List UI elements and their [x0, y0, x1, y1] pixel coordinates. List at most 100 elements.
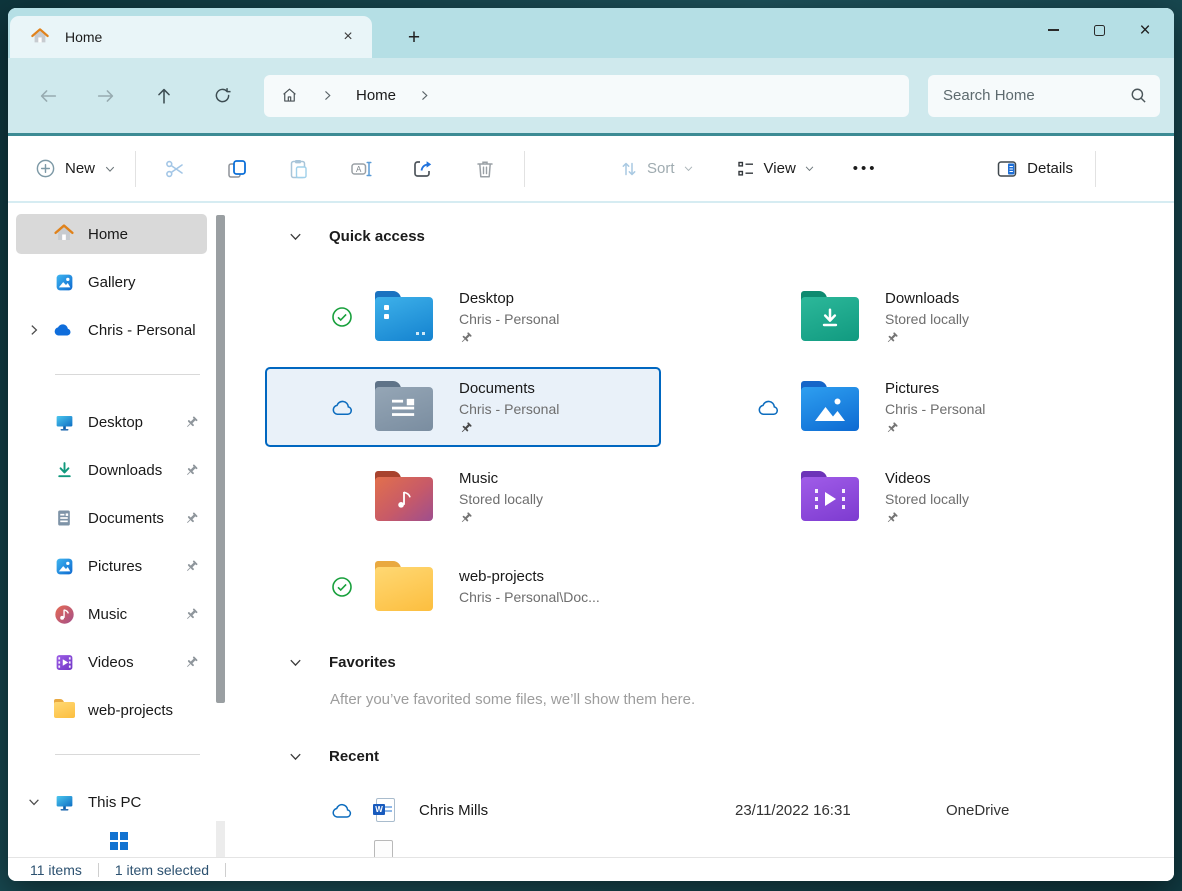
copy-icon	[225, 157, 249, 181]
sidebar-item-videos[interactable]: Videos	[16, 642, 207, 682]
close-tab-button[interactable]: ×	[334, 24, 362, 50]
folder-icon	[801, 387, 859, 431]
word-document-icon	[376, 798, 395, 822]
rename-button[interactable]	[339, 147, 383, 191]
copy-button[interactable]	[215, 147, 259, 191]
new-tab-button[interactable]: +	[398, 23, 430, 53]
close-window-button[interactable]: ×	[1122, 9, 1168, 51]
expand-chevron-icon[interactable]	[16, 323, 52, 337]
view-button[interactable]: View	[728, 147, 823, 191]
monitor-icon	[52, 412, 76, 433]
maximize-button[interactable]	[1076, 9, 1122, 51]
quick-access-tiles: Desktop Chris - Personal Documents Chris…	[265, 277, 1174, 627]
sidebar-item-documents[interactable]: Documents	[16, 498, 207, 538]
search-input[interactable]	[941, 86, 1130, 105]
quick-access-header[interactable]: Quick access	[288, 225, 1174, 247]
chevron-down-icon	[804, 163, 815, 174]
details-label: Details	[1027, 160, 1073, 177]
breadcrumb-home-icon[interactable]	[280, 86, 299, 105]
tile-music[interactable]: Music Stored locally	[265, 457, 661, 537]
sidebar-item-gallery[interactable]: Gallery	[16, 262, 207, 302]
gallery-icon	[52, 272, 76, 293]
recent-file-name: Chris Mills	[419, 802, 735, 819]
sidebar-item-web-projects[interactable]: web-projects	[16, 690, 207, 730]
toolbar-divider	[1095, 151, 1096, 187]
minimize-icon	[1048, 29, 1059, 31]
selection-status: 1 item selected	[115, 862, 209, 878]
toolbar-divider	[524, 151, 525, 187]
refresh-button[interactable]	[200, 76, 244, 116]
recent-header[interactable]: Recent	[288, 745, 1174, 767]
details-button[interactable]: Details	[987, 147, 1081, 191]
plus-circle-icon	[35, 158, 56, 179]
new-button[interactable]: New	[24, 147, 127, 191]
pin-icon	[184, 511, 199, 526]
recent-file-location: OneDrive	[946, 802, 1009, 819]
tile-name: Downloads	[885, 289, 969, 309]
folder-icon	[801, 297, 859, 341]
sidebar-item-downloads[interactable]: Downloads	[16, 450, 207, 490]
pin-icon	[184, 655, 199, 670]
tile-documents[interactable]: Documents Chris - Personal	[265, 367, 661, 447]
sidebar-item-desktop[interactable]: Desktop	[16, 402, 207, 442]
sort-label: Sort	[647, 160, 675, 177]
section-title: Recent	[329, 748, 379, 765]
tile-name: Videos	[885, 469, 969, 489]
status-divider	[225, 863, 226, 877]
window-controls: ×	[1030, 8, 1168, 52]
tile-downloads[interactable]: Downloads Stored locally	[691, 277, 1087, 357]
sidebar-scrollbar-thumb[interactable]	[216, 215, 225, 703]
pin-icon	[459, 421, 559, 435]
search-icon[interactable]	[1130, 87, 1147, 104]
sidebar-item-onedrive-personal[interactable]: Chris - Personal	[16, 310, 207, 350]
favorites-empty-message: After you’ve favorited some files, we’ll…	[330, 691, 1174, 708]
sidebar-scrollbar-track[interactable]	[216, 821, 225, 857]
chevron-down-icon[interactable]	[288, 655, 303, 670]
tile-desktop[interactable]: Desktop Chris - Personal	[265, 277, 661, 357]
favorites-header[interactable]: Favorites	[288, 651, 1174, 673]
breadcrumb-home[interactable]: Home	[356, 87, 396, 104]
tile-videos[interactable]: Videos Stored locally	[691, 457, 1087, 537]
sidebar-divider	[55, 374, 200, 375]
tile-name: Music	[459, 469, 543, 489]
status-divider	[98, 863, 99, 877]
forward-button[interactable]	[84, 76, 128, 116]
sort-button[interactable]: Sort	[611, 147, 702, 191]
tile-pictures[interactable]: Pictures Chris - Personal	[691, 367, 1087, 447]
chevron-right-icon[interactable]	[418, 89, 431, 102]
desktop-background: { "tab_bar": { "active_tab_title": "Home…	[0, 0, 1182, 891]
home-icon	[30, 27, 50, 47]
chevron-down-icon[interactable]	[288, 749, 303, 764]
sidebar-item-pictures[interactable]: Pictures	[16, 546, 207, 586]
collapse-chevron-icon[interactable]	[16, 795, 52, 809]
pin-icon	[184, 559, 199, 574]
tile-name: Desktop	[459, 289, 559, 309]
minimize-button[interactable]	[1030, 9, 1076, 51]
see-more-button[interactable]: •••	[853, 160, 878, 177]
share-button[interactable]	[401, 147, 445, 191]
sidebar-item-music[interactable]: Music	[16, 594, 207, 634]
tile-subtitle: Chris - Personal	[459, 399, 559, 419]
pin-icon	[184, 607, 199, 622]
sidebar-item-this-pc[interactable]: This PC	[16, 782, 207, 822]
pin-icon	[184, 415, 199, 430]
delete-button[interactable]	[463, 147, 507, 191]
cut-button[interactable]	[153, 147, 197, 191]
address-bar[interactable]: Home	[264, 75, 909, 117]
windows-icon	[110, 832, 118, 840]
search-box[interactable]	[928, 75, 1160, 117]
tab-home[interactable]: Home ×	[10, 16, 372, 58]
up-button[interactable]	[142, 76, 186, 116]
folder-icon	[375, 297, 433, 341]
chevron-down-icon[interactable]	[288, 229, 303, 244]
pin-icon	[184, 463, 199, 478]
tile-web-projects[interactable]: web-projects Chris - Personal\Doc...	[265, 547, 661, 627]
content-area: Quick access Desktop Chris - Personal	[237, 203, 1174, 857]
sidebar-item-home[interactable]: Home	[16, 214, 207, 254]
back-button[interactable]	[26, 76, 70, 116]
pin-icon	[885, 421, 985, 435]
paste-button[interactable]	[277, 147, 321, 191]
chevron-right-icon	[321, 89, 334, 102]
recent-file-row[interactable]: Chris Mills 23/11/2022 16:31 OneDrive	[330, 790, 1174, 830]
document-icon	[52, 508, 76, 528]
